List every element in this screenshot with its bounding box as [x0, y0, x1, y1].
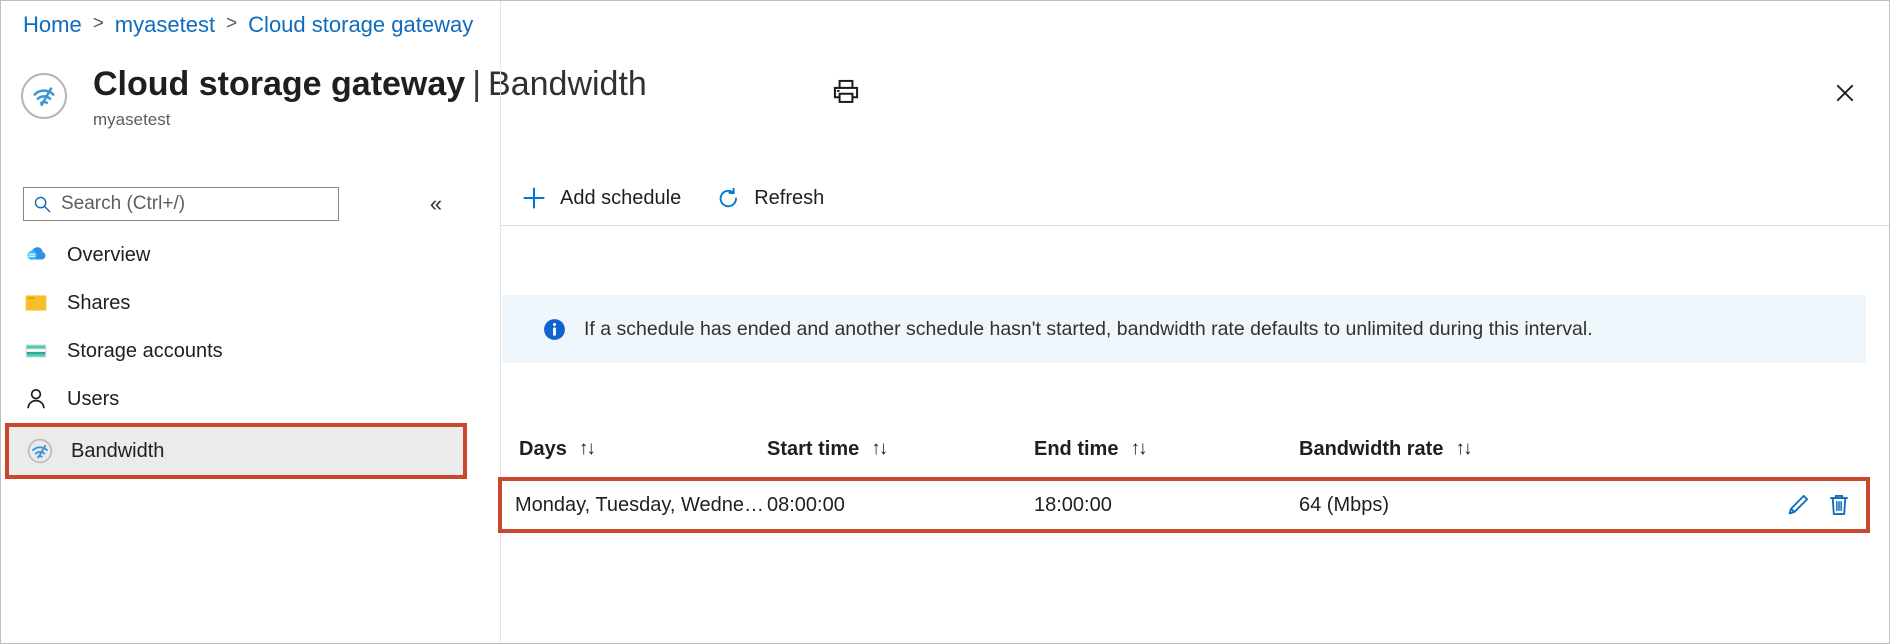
bandwidth-icon	[25, 436, 55, 466]
breadcrumb: Home > myasetest > Cloud storage gateway	[23, 11, 473, 39]
breadcrumb-separator: >	[92, 13, 104, 34]
info-icon	[542, 317, 567, 342]
cloud-storage-gateway-icon	[21, 73, 67, 119]
breadcrumb-separator: >	[226, 13, 238, 34]
breadcrumb-item-myasetest[interactable]: myasetest	[115, 11, 215, 39]
breadcrumb-item-home[interactable]: Home	[23, 11, 82, 39]
sidebar-item-label: Storage accounts	[67, 340, 223, 362]
column-header-start-time[interactable]: Start time ↑↓	[767, 436, 1034, 462]
column-header-bandwidth-rate[interactable]: Bandwidth rate ↑↓	[1299, 436, 1699, 462]
sidebar-item-storage-accounts[interactable]: Storage accounts	[1, 327, 471, 375]
sidebar-item-label: Shares	[67, 292, 131, 314]
storage-account-icon	[21, 336, 51, 366]
add-schedule-label: Add schedule	[560, 187, 682, 209]
page-title-main: Cloud storage gateway	[93, 65, 466, 103]
cell-start-time: 08:00:00	[767, 494, 845, 516]
sort-arrows-icon: ↑↓	[578, 438, 596, 459]
search-placeholder: Search (Ctrl+/)	[61, 193, 186, 214]
sidebar-item-overview[interactable]: Overview	[1, 231, 471, 279]
sidebar-item-bandwidth[interactable]: Bandwidth	[5, 423, 467, 479]
row-actions	[1699, 492, 1866, 518]
sidebar-nav: Overview Shares Storage accounts Users B…	[1, 231, 471, 479]
azure-portal-blade: Home > myasetest > Cloud storage gateway…	[0, 0, 1890, 644]
plus-icon	[519, 183, 549, 213]
column-header-end-time[interactable]: End time ↑↓	[1034, 436, 1299, 462]
sort-arrows-icon: ↑↓	[871, 438, 888, 459]
sidebar-item-label: Bandwidth	[71, 440, 165, 462]
cell-end-time: 18:00:00	[1034, 494, 1112, 516]
info-banner-text: If a schedule has ended and another sche…	[584, 318, 1593, 340]
panel-divider	[500, 1, 501, 643]
search-icon	[33, 195, 52, 214]
column-header-days[interactable]: Days ↑↓	[502, 436, 767, 462]
column-header-label: Bandwidth rate	[1299, 438, 1444, 460]
print-icon[interactable]	[827, 73, 865, 111]
pencil-icon[interactable]	[1785, 492, 1811, 518]
column-header-label: Start time	[767, 438, 860, 460]
sort-arrows-icon: ↑↓	[1455, 438, 1472, 459]
sidebar-item-label: Users	[67, 388, 120, 410]
sidebar-item-label: Overview	[67, 244, 151, 266]
refresh-button[interactable]: Refresh	[713, 178, 824, 218]
refresh-icon	[713, 183, 743, 213]
user-icon	[21, 384, 51, 414]
search-input[interactable]: Search (Ctrl+/)	[23, 187, 339, 221]
column-header-label: End time	[1034, 438, 1119, 460]
table-row[interactable]: Monday, Tuesday, Wednesd... 08:00:00 18:…	[498, 477, 1870, 533]
cell-bandwidth-rate: 64 (Mbps)	[1299, 494, 1390, 516]
trash-icon[interactable]	[1826, 492, 1852, 518]
sort-arrows-icon: ↑↓	[1130, 438, 1147, 459]
page-title: Cloud storage gateway | Bandwidth	[93, 63, 647, 105]
refresh-label: Refresh	[754, 187, 825, 209]
table-header-row: Days ↑↓ Start time ↑↓ End time ↑↓ Bandwi…	[502, 421, 1870, 477]
info-banner: If a schedule has ended and another sche…	[502, 295, 1866, 363]
column-header-label: Days	[519, 438, 567, 460]
page-title-section: Bandwidth	[488, 65, 647, 103]
page-subtitle: myasetest	[93, 110, 171, 129]
sidebar-item-users[interactable]: Users	[1, 375, 471, 423]
cloud-icon	[21, 240, 51, 270]
cell-days: Monday, Tuesday, Wednesd...	[515, 494, 767, 516]
sidebar-item-shares[interactable]: Shares	[1, 279, 471, 327]
chevron-double-left-icon[interactable]: «	[421, 189, 451, 219]
page-title-separator: |	[472, 65, 482, 103]
folder-icon	[21, 288, 51, 318]
bandwidth-schedule-table: Days ↑↓ Start time ↑↓ End time ↑↓ Bandwi…	[498, 421, 1870, 533]
command-bar: Add schedule Refresh	[501, 171, 1889, 226]
close-icon[interactable]	[1827, 75, 1863, 111]
add-schedule-button[interactable]: Add schedule	[519, 178, 681, 218]
breadcrumb-item-cloud-storage-gateway[interactable]: Cloud storage gateway	[248, 11, 473, 39]
